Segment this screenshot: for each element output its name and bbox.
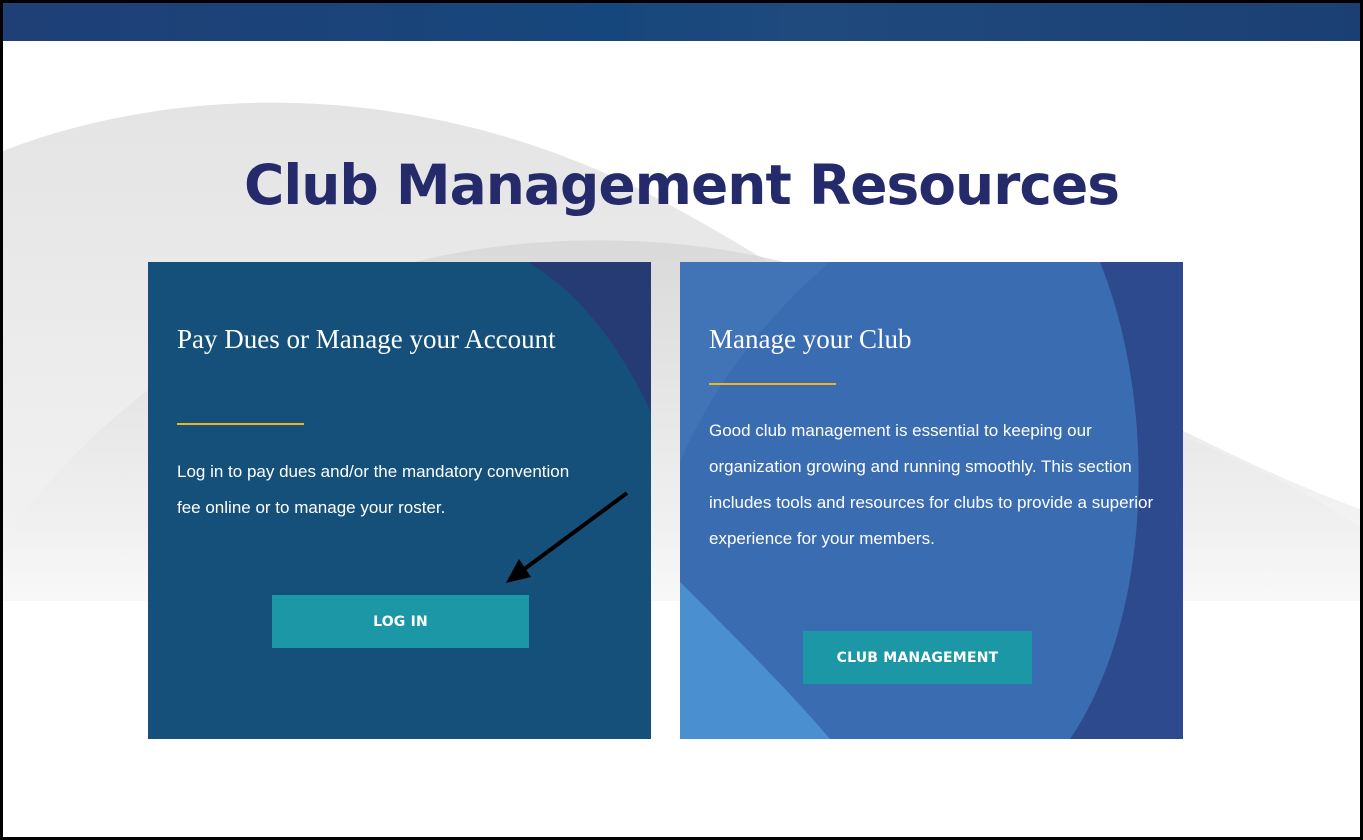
page-title: Club Management Resources <box>244 153 1120 217</box>
login-button[interactable]: LOG IN <box>272 595 529 648</box>
card-description: Log in to pay dues and/or the mandatory … <box>177 462 570 517</box>
top-banner <box>3 3 1360 41</box>
manage-club-card: Manage your Club Good club management is… <box>680 262 1183 739</box>
slide-frame: Club Management Resources Pay Dues or Ma… <box>0 0 1363 840</box>
club-management-button[interactable]: CLUB MANAGEMENT <box>803 631 1032 684</box>
accent-rule <box>709 383 836 385</box>
pay-dues-card: Pay Dues or Manage your Account Log in t… <box>148 262 651 739</box>
accent-rule <box>177 423 304 425</box>
card-description: Good club management is essential to kee… <box>709 421 1154 548</box>
card-heading: Pay Dues or Manage your Account <box>177 324 556 354</box>
card-heading: Manage your Club <box>709 324 912 354</box>
